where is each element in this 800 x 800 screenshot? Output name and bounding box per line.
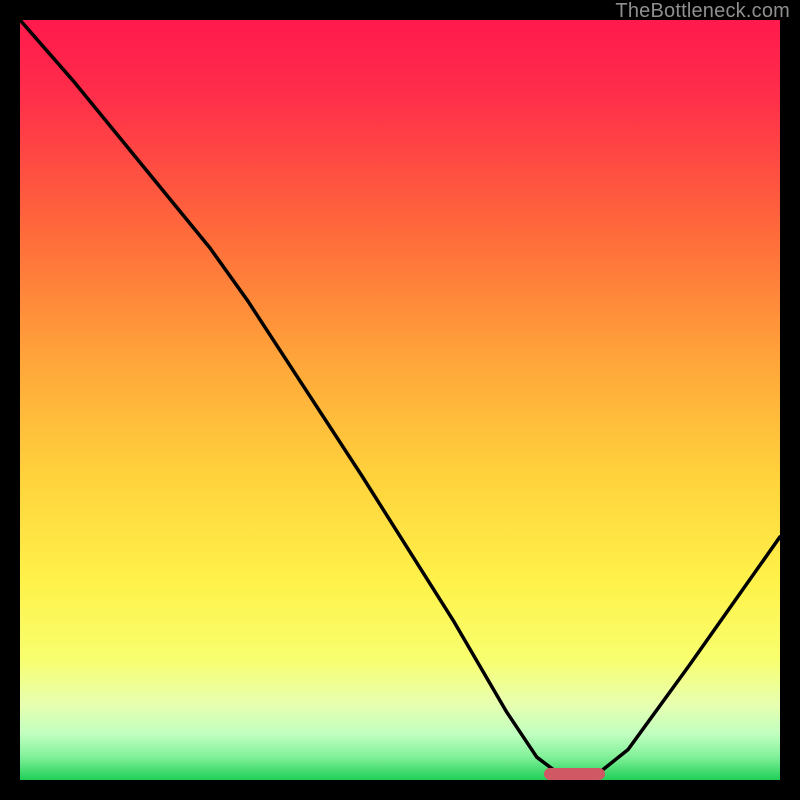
plot-area xyxy=(20,20,780,780)
optimal-marker xyxy=(544,768,605,780)
bottleneck-curve xyxy=(20,20,780,780)
curve-layer xyxy=(20,20,780,780)
chart-frame: TheBottleneck.com xyxy=(0,0,800,800)
